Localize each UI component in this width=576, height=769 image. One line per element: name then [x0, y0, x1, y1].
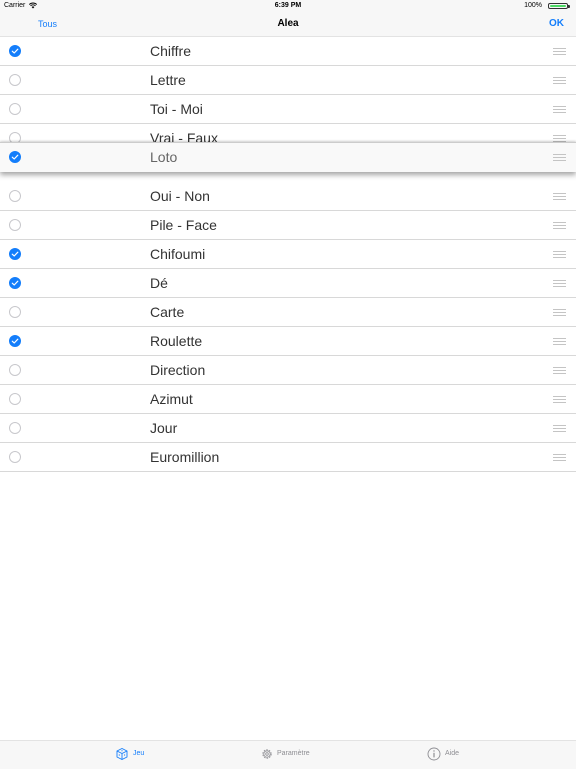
reorder-handle-icon[interactable]: [553, 106, 566, 113]
list-item[interactable]: Chifoumi: [0, 240, 576, 269]
checkmark-unselected-icon[interactable]: [9, 422, 21, 434]
list-item-label: Euromillion: [150, 449, 220, 465]
checkmark-selected-icon[interactable]: [9, 277, 21, 289]
list-item[interactable]: Euromillion: [0, 443, 576, 472]
tab-aide[interactable]: Aide: [408, 741, 576, 769]
reorder-handle-icon[interactable]: [553, 396, 566, 403]
list-item-label: Direction: [150, 362, 206, 378]
tab-parametre[interactable]: Paramètre: [240, 741, 432, 769]
list-item-label: Pile - Face: [150, 217, 217, 233]
list-item[interactable]: Dé: [0, 269, 576, 298]
checkmark-unselected-icon[interactable]: [9, 364, 21, 376]
list-item-label: Toi - Moi: [150, 101, 203, 117]
status-time: 6:39 PM: [274, 2, 302, 9]
list-item-label: Chifoumi: [150, 246, 206, 262]
reorder-handle-icon[interactable]: [553, 48, 566, 55]
page-title: Alea: [277, 18, 299, 29]
row-separator: [0, 471, 576, 472]
list-item-label: Azimut: [150, 391, 193, 407]
navigation-bar: Tous Alea OK: [0, 12, 576, 37]
info-icon: [427, 747, 441, 761]
list-item-label: Chiffre: [150, 43, 191, 59]
list-item-label: Carte: [150, 304, 185, 320]
list-item[interactable]: Lettre: [0, 66, 576, 95]
reorder-handle-icon[interactable]: [553, 154, 566, 161]
reorder-handle-icon[interactable]: [553, 367, 566, 374]
reorder-handle-icon[interactable]: [553, 454, 566, 461]
reorder-handle-icon[interactable]: [553, 193, 566, 200]
list-item[interactable]: Oui - Non: [0, 182, 576, 211]
checkmark-selected-icon[interactable]: [9, 151, 21, 163]
list-item[interactable]: Direction: [0, 356, 576, 385]
reorder-handle-icon[interactable]: [553, 280, 566, 287]
list-item[interactable]: Chiffre: [0, 37, 576, 66]
checkmark-unselected-icon[interactable]: [9, 393, 21, 405]
checkmark-unselected-icon[interactable]: [9, 219, 21, 231]
reorder-handle-icon[interactable]: [553, 251, 566, 258]
tab-bar: Jeu Paramètre Aide: [0, 740, 576, 769]
reorder-handle-icon[interactable]: [553, 309, 566, 316]
checkmark-selected-icon[interactable]: [9, 335, 21, 347]
gear-icon: [262, 749, 272, 759]
checkmark-unselected-icon[interactable]: [9, 74, 21, 86]
tab-label: Jeu: [133, 750, 145, 757]
checkmark-unselected-icon[interactable]: [9, 451, 21, 463]
reorder-handle-icon[interactable]: [553, 77, 566, 84]
list-item-label: Oui - Non: [150, 188, 210, 204]
checkmark-selected-icon[interactable]: [9, 45, 21, 57]
tab-label: Aide: [445, 750, 460, 757]
reorder-handle-icon[interactable]: [553, 425, 566, 432]
checkmark-unselected-icon[interactable]: [9, 103, 21, 115]
list-item[interactable]: Toi - Moi: [0, 95, 576, 124]
reorder-handle-icon[interactable]: [553, 222, 566, 229]
tab-label: Paramètre: [277, 750, 310, 757]
list-item[interactable]: Pile - Face: [0, 211, 576, 240]
reorder-handle-icon[interactable]: [553, 135, 566, 142]
checkmark-unselected-icon[interactable]: [9, 306, 21, 318]
status-bar: Carrier 6:39 PM 100%: [0, 0, 576, 12]
list-item[interactable]: Carte: [0, 298, 576, 327]
list-item-label: Lettre: [150, 72, 186, 88]
battery-icon: [548, 3, 570, 9]
reorder-handle-icon[interactable]: [553, 338, 566, 345]
list-item[interactable]: Roulette: [0, 327, 576, 356]
battery-percentage: 100%: [524, 2, 542, 9]
list-item[interactable]: Azimut: [0, 385, 576, 414]
dice-icon: [116, 747, 128, 761]
checkmark-selected-icon[interactable]: [9, 248, 21, 260]
checkmark-unselected-icon[interactable]: [9, 190, 21, 202]
battery-fill: [550, 5, 566, 7]
list-item[interactable]: Loto: [0, 142, 576, 172]
list-item-label: Dé: [150, 275, 168, 291]
list-item-label: Roulette: [150, 333, 203, 349]
ok-button[interactable]: OK: [549, 18, 564, 29]
list-item-label: Jour: [150, 420, 178, 436]
list-item[interactable]: Jour: [0, 414, 576, 443]
list-item-label: Loto: [150, 149, 178, 165]
